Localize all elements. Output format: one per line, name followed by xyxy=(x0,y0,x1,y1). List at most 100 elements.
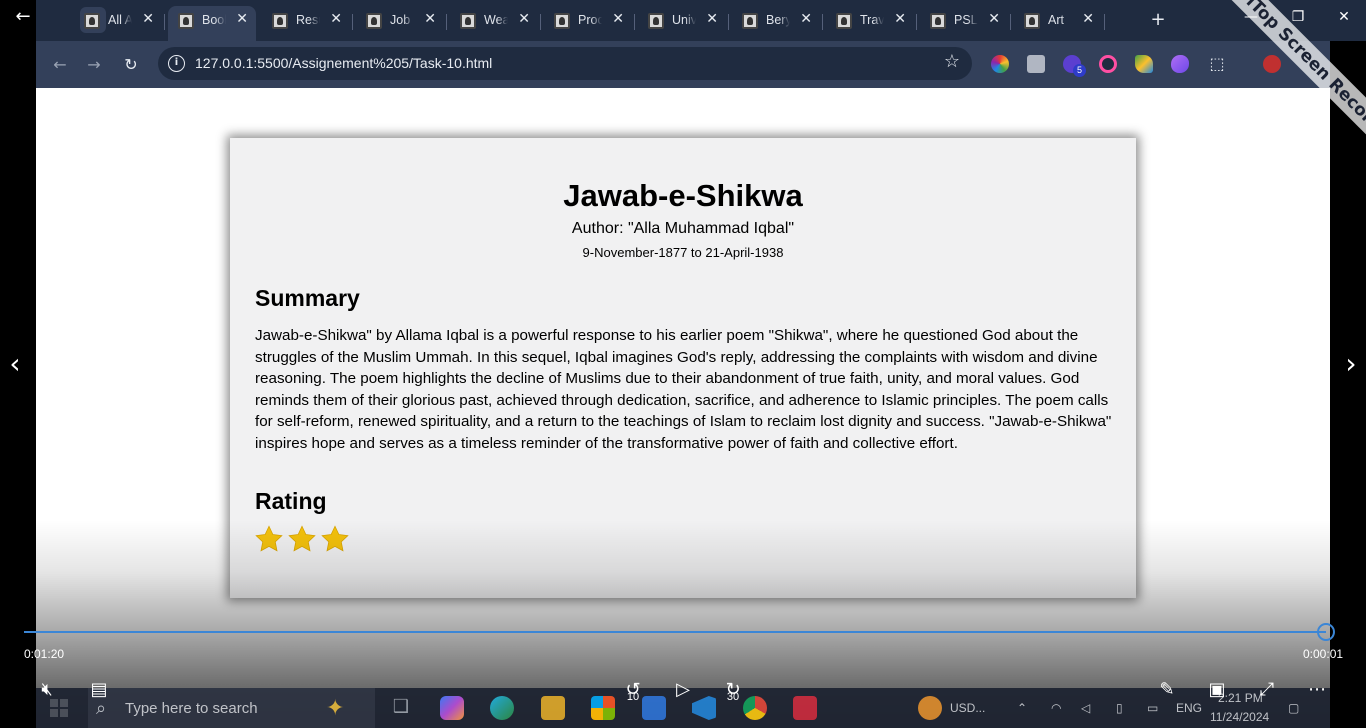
star-icon xyxy=(255,525,283,552)
author-lifespan: 9-November-1877 to 21-April-1938 xyxy=(582,245,784,260)
star-icon[interactable]: ☆ xyxy=(944,51,960,72)
address-bar[interactable]: i 127.0.0.1:5500/Assignement%205/Task-10… xyxy=(158,47,972,80)
tab-title: All A xyxy=(108,13,132,27)
vscode-icon[interactable] xyxy=(692,696,716,720)
window-restore-button[interactable]: ❐ xyxy=(1283,6,1313,28)
tab-close-icon[interactable]: ✕ xyxy=(706,11,718,27)
skip-back-button[interactable]: ↺ 10 xyxy=(620,678,646,703)
tab-close-icon[interactable]: ✕ xyxy=(894,11,906,27)
tab-close-icon[interactable]: ✕ xyxy=(612,11,624,27)
captions-icon[interactable]: ▤ xyxy=(88,678,110,702)
copilot-sparkle-icon[interactable]: ✦ xyxy=(326,696,344,721)
browser-tab[interactable]: Resu ✕ xyxy=(262,6,353,36)
tab-close-icon[interactable]: ✕ xyxy=(142,11,154,27)
fullscreen-icon[interactable]: ⤢ xyxy=(1255,678,1279,702)
copilot-app-icon[interactable] xyxy=(440,696,464,720)
tab-favicon-icon xyxy=(836,13,852,29)
star-icon xyxy=(321,525,349,552)
mute-volume-icon[interactable]: 🔇︎ xyxy=(36,678,58,702)
more-options-icon[interactable]: ⋯ xyxy=(1305,678,1329,702)
camera-extension-icon[interactable] xyxy=(1027,55,1045,73)
battery-icon[interactable]: ▭ xyxy=(1147,701,1158,715)
skip-forward-button[interactable]: ↻ 30 xyxy=(720,678,746,703)
url-text[interactable]: 127.0.0.1:5500/Assignement%205/Task-10.h… xyxy=(195,55,492,71)
rating-stars xyxy=(254,524,353,554)
browser-tab[interactable]: Univ ✕ xyxy=(638,6,729,36)
player-back-arrow-icon[interactable]: ← xyxy=(10,6,36,28)
notifications-icon[interactable]: ▢ xyxy=(1288,701,1299,715)
stock-ticker-text[interactable]: USD... xyxy=(950,701,985,715)
browser-tab[interactable]: Trav ✕ xyxy=(826,6,917,36)
window-close-button[interactable]: ✕ xyxy=(1329,6,1359,28)
profile-avatar-icon[interactable] xyxy=(1263,55,1281,73)
meet-now-icon[interactable]: ▯ xyxy=(1116,701,1123,715)
search-placeholder[interactable]: Type here to search xyxy=(125,700,258,717)
chrome-icon[interactable] xyxy=(743,696,767,720)
window-minimize-button[interactable]: — xyxy=(1236,6,1266,28)
tab-title: Trav xyxy=(860,13,884,27)
new-tab-button[interactable]: + xyxy=(1146,8,1170,32)
tab-favicon-icon xyxy=(272,13,288,29)
browser-tab-bar: ▼ All A✕Book✕Resu✕Job✕Wea✕Proc✕Univ✕Bery… xyxy=(36,0,1366,41)
previous-video-chevron-icon[interactable]: ‹ xyxy=(3,348,27,380)
file-explorer-icon[interactable] xyxy=(541,696,565,720)
play-button[interactable]: ▷ xyxy=(671,678,695,702)
gradient-extension-icon[interactable] xyxy=(1171,55,1189,73)
tab-close-icon[interactable]: ✕ xyxy=(1082,11,1094,27)
site-info-icon[interactable]: i xyxy=(168,55,185,72)
browser-tab[interactable]: Job ✕ xyxy=(356,6,447,36)
tab-close-icon[interactable]: ✕ xyxy=(518,11,530,27)
browser-tab[interactable]: Wea ✕ xyxy=(450,6,541,36)
forward-arrow-icon[interactable]: → xyxy=(82,53,106,77)
tab-close-icon[interactable]: ✕ xyxy=(236,11,248,27)
browser-tab[interactable]: All A ✕ xyxy=(74,6,165,36)
edge-browser-icon[interactable] xyxy=(490,696,514,720)
network-icon[interactable]: ◠ xyxy=(1051,701,1061,715)
extension-badge-icon[interactable]: 5 xyxy=(1063,55,1086,77)
tab-separator xyxy=(634,14,635,30)
browser-tab[interactable]: Art ✕ xyxy=(1014,6,1105,36)
tab-close-icon[interactable]: ✕ xyxy=(330,11,342,27)
browser-tab[interactable]: Bery ✕ xyxy=(732,6,823,36)
screen-capture-extension-icon[interactable] xyxy=(1099,55,1117,73)
color-picker-extension-icon[interactable] xyxy=(991,55,1009,73)
seek-bar-thumb[interactable] xyxy=(1317,623,1335,641)
tab-close-icon[interactable]: ✕ xyxy=(800,11,812,27)
volume-icon[interactable]: ◁ xyxy=(1081,701,1090,715)
clock-date[interactable]: 11/24/2024 xyxy=(1210,710,1269,724)
language-indicator[interactable]: ENG xyxy=(1176,701,1202,715)
tab-separator xyxy=(164,14,165,30)
tab-title: Bery xyxy=(766,13,790,27)
mini-player-icon[interactable]: ▣ xyxy=(1205,678,1229,702)
screen-recording-frame: ← ▼ All A✕Book✕Resu✕Job✕Wea✕Proc✕Univ✕Be… xyxy=(0,0,1366,728)
edit-pencil-icon[interactable]: ✎ xyxy=(1155,678,1179,702)
extensions-icon[interactable]: ⬚ xyxy=(1208,55,1226,73)
tab-title: Resu xyxy=(296,13,320,27)
browser-tab[interactable]: PSL ✕ xyxy=(920,6,1011,36)
back-arrow-icon[interactable]: ← xyxy=(48,53,72,77)
paint-extension-icon[interactable] xyxy=(1135,55,1153,73)
tab-separator xyxy=(1104,14,1105,30)
tab-close-icon[interactable]: ✕ xyxy=(424,11,436,27)
tray-overflow-chevron-icon[interactable]: ⌃ xyxy=(1017,701,1027,715)
tab-title: Job xyxy=(390,13,411,27)
stock-ticker-icon xyxy=(918,696,942,720)
tab-favicon-icon xyxy=(460,13,476,29)
seek-bar[interactable] xyxy=(24,631,1326,633)
browser-tab[interactable]: Proc ✕ xyxy=(544,6,635,36)
microsoft-store-icon[interactable] xyxy=(591,696,615,720)
tab-favicon-icon xyxy=(742,13,758,29)
reload-icon[interactable]: ↻ xyxy=(119,53,143,77)
tab-favicon-icon xyxy=(178,13,194,29)
tab-close-icon[interactable]: ✕ xyxy=(988,11,1000,27)
next-video-chevron-icon[interactable]: › xyxy=(1339,348,1363,380)
tab-separator xyxy=(352,14,353,30)
book-card: Jawab-e-Shikwa Author: "Alla Muhammad Iq… xyxy=(230,138,1136,598)
task-view-icon[interactable]: ❑ xyxy=(389,696,413,720)
rating-heading: Rating xyxy=(255,488,327,514)
browser-tab[interactable]: Book ✕ xyxy=(168,6,256,41)
taskbar-search-box[interactable]: ⌕ Type here to search ✦ xyxy=(88,688,375,728)
tab-favicon-icon xyxy=(1024,13,1040,29)
tab-separator xyxy=(1010,14,1011,30)
screen-recorder-app-icon[interactable] xyxy=(793,696,817,720)
